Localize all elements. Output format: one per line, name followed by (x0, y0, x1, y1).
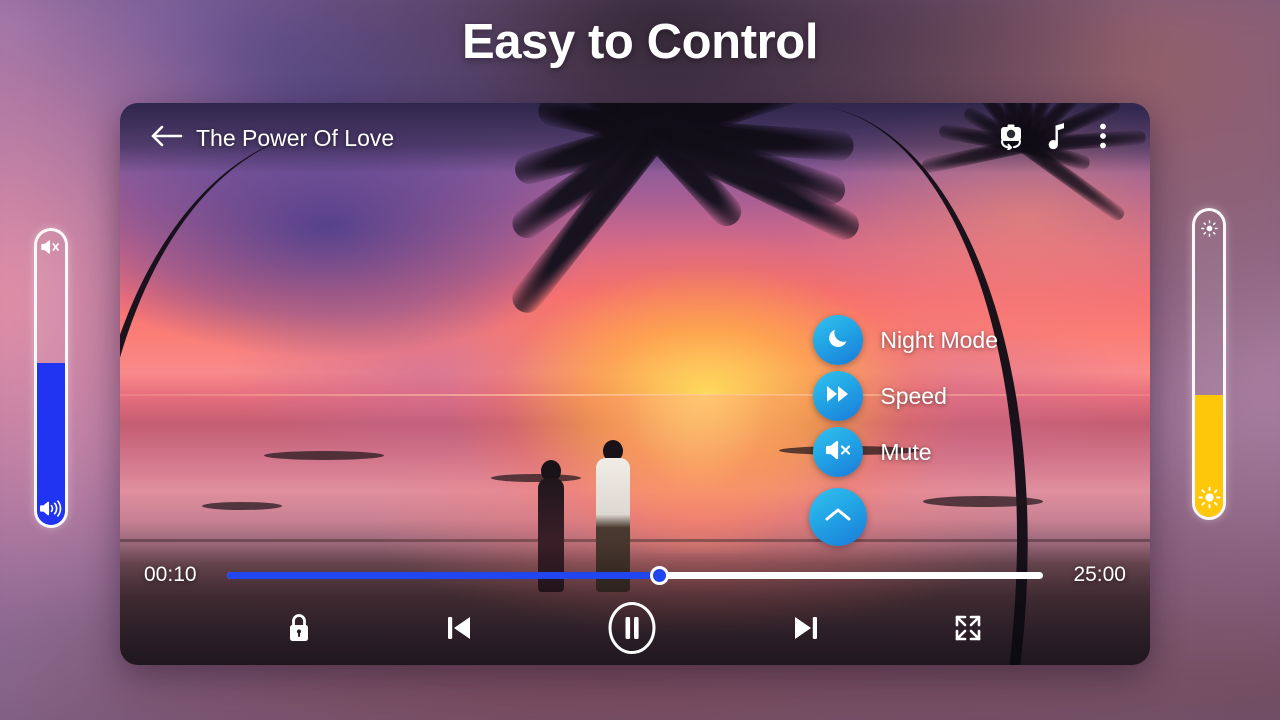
more-vertical-icon (1099, 122, 1107, 155)
fullscreen-button[interactable] (952, 612, 984, 649)
rock (202, 502, 283, 511)
quick-action-collapse[interactable] (809, 483, 998, 546)
video-title: The Power Of Love (196, 124, 395, 151)
brightness-high-icon[interactable] (1195, 486, 1223, 509)
quick-action-night-mode[interactable]: Night Mode (813, 315, 998, 365)
arrow-left-icon (149, 122, 183, 155)
pause-icon (605, 601, 659, 660)
transport-controls (144, 601, 1126, 660)
speed-label: Speed (880, 382, 947, 409)
previous-button[interactable] (444, 612, 474, 649)
mute-label: Mute (880, 438, 932, 465)
fullscreen-icon (952, 612, 984, 649)
music-note-icon (1046, 122, 1068, 155)
seek-thumb[interactable] (649, 565, 669, 585)
volume-high-icon[interactable] (37, 500, 65, 517)
screenshot-rotate-button[interactable] (988, 115, 1034, 161)
page-title: Easy to Control (461, 15, 819, 69)
back-button[interactable] (144, 116, 188, 160)
seek-row: 00:10 25:00 (144, 563, 1126, 587)
rock (490, 473, 581, 482)
quick-action-panel: Night Mode Speed Mute (809, 315, 998, 546)
night-mode-button[interactable] (813, 315, 864, 365)
collapse-panel-button[interactable] (809, 488, 868, 546)
quick-action-speed[interactable]: Speed (813, 371, 998, 421)
current-time: 00:10 (144, 563, 197, 586)
lock-button[interactable] (286, 612, 312, 649)
next-button[interactable] (791, 612, 821, 649)
brightness-low-icon[interactable] (1195, 219, 1223, 238)
moon-icon (826, 326, 850, 355)
more-options-button[interactable] (1080, 115, 1126, 161)
screenshot-root: Easy to Control The Power Of Love Night … (0, 0, 1280, 720)
chevron-up-icon (824, 506, 852, 529)
screenshot-rotate-icon (996, 122, 1026, 155)
lock-icon (286, 612, 312, 649)
next-icon (791, 612, 821, 649)
player-bottom-bar: 00:10 25:00 (120, 545, 1150, 665)
pause-button[interactable] (605, 601, 659, 660)
brightness-slider[interactable] (1192, 208, 1226, 520)
volume-mute-icon[interactable] (37, 239, 65, 255)
volume-slider[interactable] (34, 228, 68, 528)
volume-mute-icon (824, 438, 852, 467)
quick-action-mute[interactable]: Mute (813, 427, 998, 477)
player-header: The Power Of Love (120, 103, 1150, 173)
previous-icon (444, 612, 474, 649)
night-mode-label: Night Mode (880, 326, 998, 353)
fast-forward-icon (825, 383, 851, 410)
mute-button[interactable] (813, 427, 864, 477)
seek-bar[interactable] (227, 565, 1043, 585)
total-time: 25:00 (1073, 563, 1126, 586)
speed-button[interactable] (813, 371, 864, 421)
seek-progress-fill (227, 571, 660, 579)
video-player[interactable]: The Power Of Love Night Mode Speed Mute … (120, 103, 1150, 665)
audio-track-button[interactable] (1034, 115, 1080, 161)
